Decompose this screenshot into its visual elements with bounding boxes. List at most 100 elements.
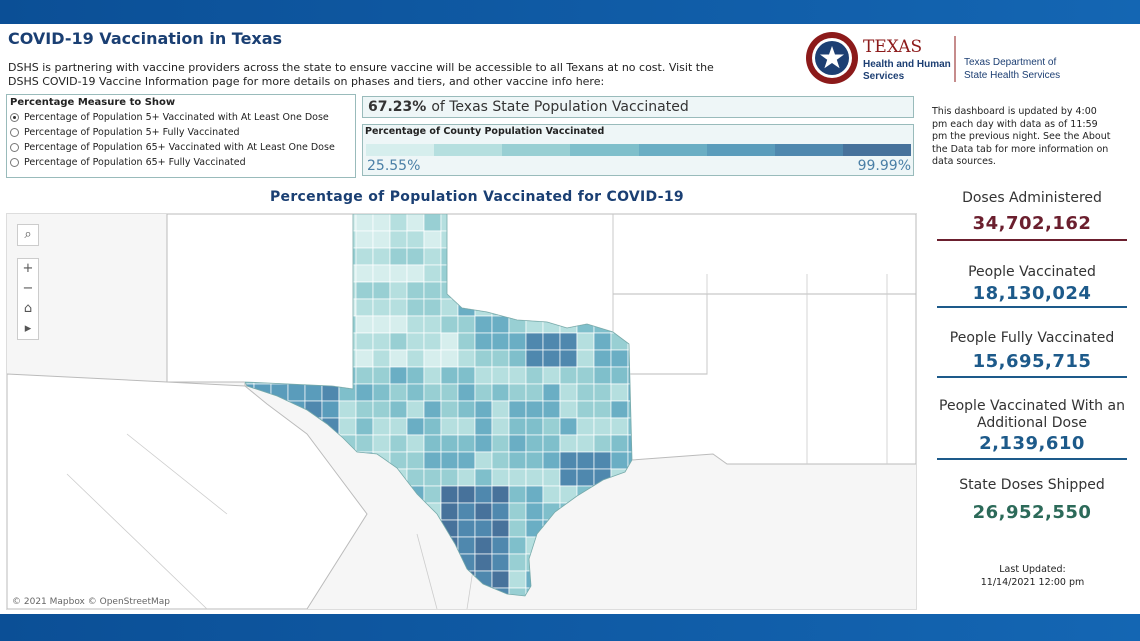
- county-cell[interactable]: [389, 332, 408, 351]
- county-cell[interactable]: [542, 349, 561, 368]
- county-cell[interactable]: [304, 383, 323, 402]
- county-cell[interactable]: [559, 434, 578, 453]
- county-cell[interactable]: [491, 553, 510, 572]
- county-cell[interactable]: [610, 587, 629, 605]
- county-cell[interactable]: [593, 519, 612, 538]
- county-cell[interactable]: [440, 451, 459, 470]
- county-cell[interactable]: [627, 587, 645, 605]
- county-cell[interactable]: [491, 332, 510, 351]
- county-cell[interactable]: [576, 519, 595, 538]
- county-cell[interactable]: [389, 587, 408, 605]
- county-cell[interactable]: [372, 451, 391, 470]
- county-cell[interactable]: [389, 400, 408, 419]
- county-cell[interactable]: [491, 315, 510, 334]
- county-cell[interactable]: [406, 502, 425, 521]
- county-cell[interactable]: [423, 214, 442, 232]
- radio-icon[interactable]: [10, 143, 19, 152]
- map-canvas[interactable]: [7, 214, 916, 609]
- county-cell[interactable]: [559, 587, 578, 605]
- county-cell[interactable]: [593, 587, 612, 605]
- county-cell[interactable]: [372, 366, 391, 385]
- county-cell[interactable]: [389, 349, 408, 368]
- county-cell[interactable]: [593, 383, 612, 402]
- county-cell[interactable]: [457, 468, 476, 487]
- county-cell[interactable]: [542, 383, 561, 402]
- county-cell[interactable]: [559, 400, 578, 419]
- county-cell[interactable]: [508, 502, 527, 521]
- county-cell[interactable]: [576, 400, 595, 419]
- county-cell[interactable]: [355, 485, 374, 504]
- county-cell[interactable]: [372, 536, 391, 555]
- county-cell[interactable]: [355, 451, 374, 470]
- county-cell[interactable]: [610, 383, 629, 402]
- county-cell[interactable]: [338, 570, 357, 589]
- county-cell[interactable]: [559, 332, 578, 351]
- county-cell[interactable]: [559, 502, 578, 521]
- county-cell[interactable]: [389, 230, 408, 249]
- county-cell[interactable]: [457, 451, 476, 470]
- county-cell[interactable]: [389, 485, 408, 504]
- county-cell[interactable]: [440, 434, 459, 453]
- county-cell[interactable]: [440, 400, 459, 419]
- county-cell[interactable]: [474, 434, 493, 453]
- county-cell[interactable]: [441, 605, 458, 609]
- county-cell[interactable]: [610, 570, 629, 589]
- county-cell[interactable]: [593, 400, 612, 419]
- county-cell[interactable]: [406, 247, 425, 266]
- county-cell[interactable]: [645, 554, 662, 571]
- county-cell[interactable]: [542, 502, 561, 521]
- county-cell[interactable]: [525, 349, 544, 368]
- county-cell[interactable]: [645, 571, 662, 588]
- zoom-in-button[interactable]: +: [18, 259, 38, 279]
- county-cell[interactable]: [542, 570, 561, 589]
- county-cell[interactable]: [491, 570, 510, 589]
- county-cell[interactable]: [338, 417, 357, 436]
- county-cell[interactable]: [559, 519, 578, 538]
- county-cell[interactable]: [491, 536, 510, 555]
- county-cell[interactable]: [372, 349, 391, 368]
- county-cell[interactable]: [389, 214, 408, 232]
- county-cell[interactable]: [338, 553, 357, 572]
- county-cell[interactable]: [355, 570, 374, 589]
- county-cell[interactable]: [355, 417, 374, 436]
- county-cell[interactable]: [559, 383, 578, 402]
- county-cell[interactable]: [508, 519, 527, 538]
- county-cell[interactable]: [542, 400, 561, 419]
- county-cell[interactable]: [576, 570, 595, 589]
- county-cell[interactable]: [525, 383, 544, 402]
- county-cell[interactable]: [525, 332, 544, 351]
- county-cell[interactable]: [457, 570, 476, 589]
- county-cell[interactable]: [542, 485, 561, 504]
- county-cell[interactable]: [525, 519, 544, 538]
- county-cell[interactable]: [474, 451, 493, 470]
- county-cell[interactable]: [389, 553, 408, 572]
- county-cell[interactable]: [372, 281, 391, 300]
- county-cell[interactable]: [440, 587, 459, 605]
- county-cell[interactable]: [406, 587, 425, 605]
- county-cell[interactable]: [525, 417, 544, 436]
- radio-icon[interactable]: [10, 128, 19, 137]
- county-cell[interactable]: [645, 503, 662, 520]
- county-cell[interactable]: [457, 366, 476, 385]
- county-cell[interactable]: [355, 536, 374, 555]
- county-cell[interactable]: [389, 281, 408, 300]
- county-cell[interactable]: [457, 332, 476, 351]
- county-cell[interactable]: [474, 587, 493, 605]
- county-cell[interactable]: [593, 417, 612, 436]
- county-cell[interactable]: [645, 588, 662, 605]
- county-cell[interactable]: [474, 536, 493, 555]
- county-cell[interactable]: [508, 417, 527, 436]
- county-cell[interactable]: [389, 451, 408, 470]
- county-cell[interactable]: [627, 485, 645, 504]
- county-cell[interactable]: [610, 553, 629, 572]
- county-cell[interactable]: [525, 434, 544, 453]
- county-cell[interactable]: [406, 315, 425, 334]
- county-cell[interactable]: [389, 434, 408, 453]
- county-cell[interactable]: [508, 536, 527, 555]
- county-cell[interactable]: [610, 536, 629, 555]
- county-cell[interactable]: [355, 400, 374, 419]
- county-cell[interactable]: [542, 536, 561, 555]
- county-cell[interactable]: [372, 485, 391, 504]
- county-cell[interactable]: [287, 383, 306, 402]
- county-cell[interactable]: [525, 451, 544, 470]
